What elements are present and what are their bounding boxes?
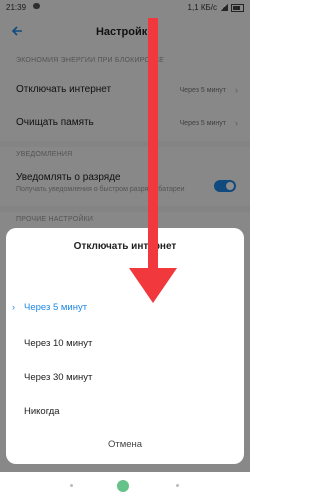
option-30-min[interactable]: Через 30 минут	[6, 363, 244, 393]
home-icon[interactable]	[117, 480, 129, 492]
option-label: Через 5 минут	[24, 302, 88, 313]
option-label: Через 10 минут	[24, 338, 93, 349]
option-10-min[interactable]: Через 10 минут	[6, 329, 244, 359]
nav-recent-icon[interactable]	[70, 484, 73, 487]
nav-back-icon[interactable]	[176, 484, 179, 487]
option-label: Никогда	[24, 406, 60, 417]
check-chevron-icon: ›	[12, 302, 15, 312]
option-never[interactable]: Никогда	[6, 397, 244, 427]
select-dialog: Отключать интернет › Через 5 минут Через…	[6, 228, 244, 464]
navigation-bar	[0, 472, 250, 500]
option-label: Через 30 минут	[24, 372, 93, 383]
dialog-title: Отключать интернет	[73, 241, 177, 252]
cancel-button[interactable]: Отмена	[6, 433, 244, 457]
option-5-min[interactable]: › Через 5 минут	[6, 293, 244, 323]
